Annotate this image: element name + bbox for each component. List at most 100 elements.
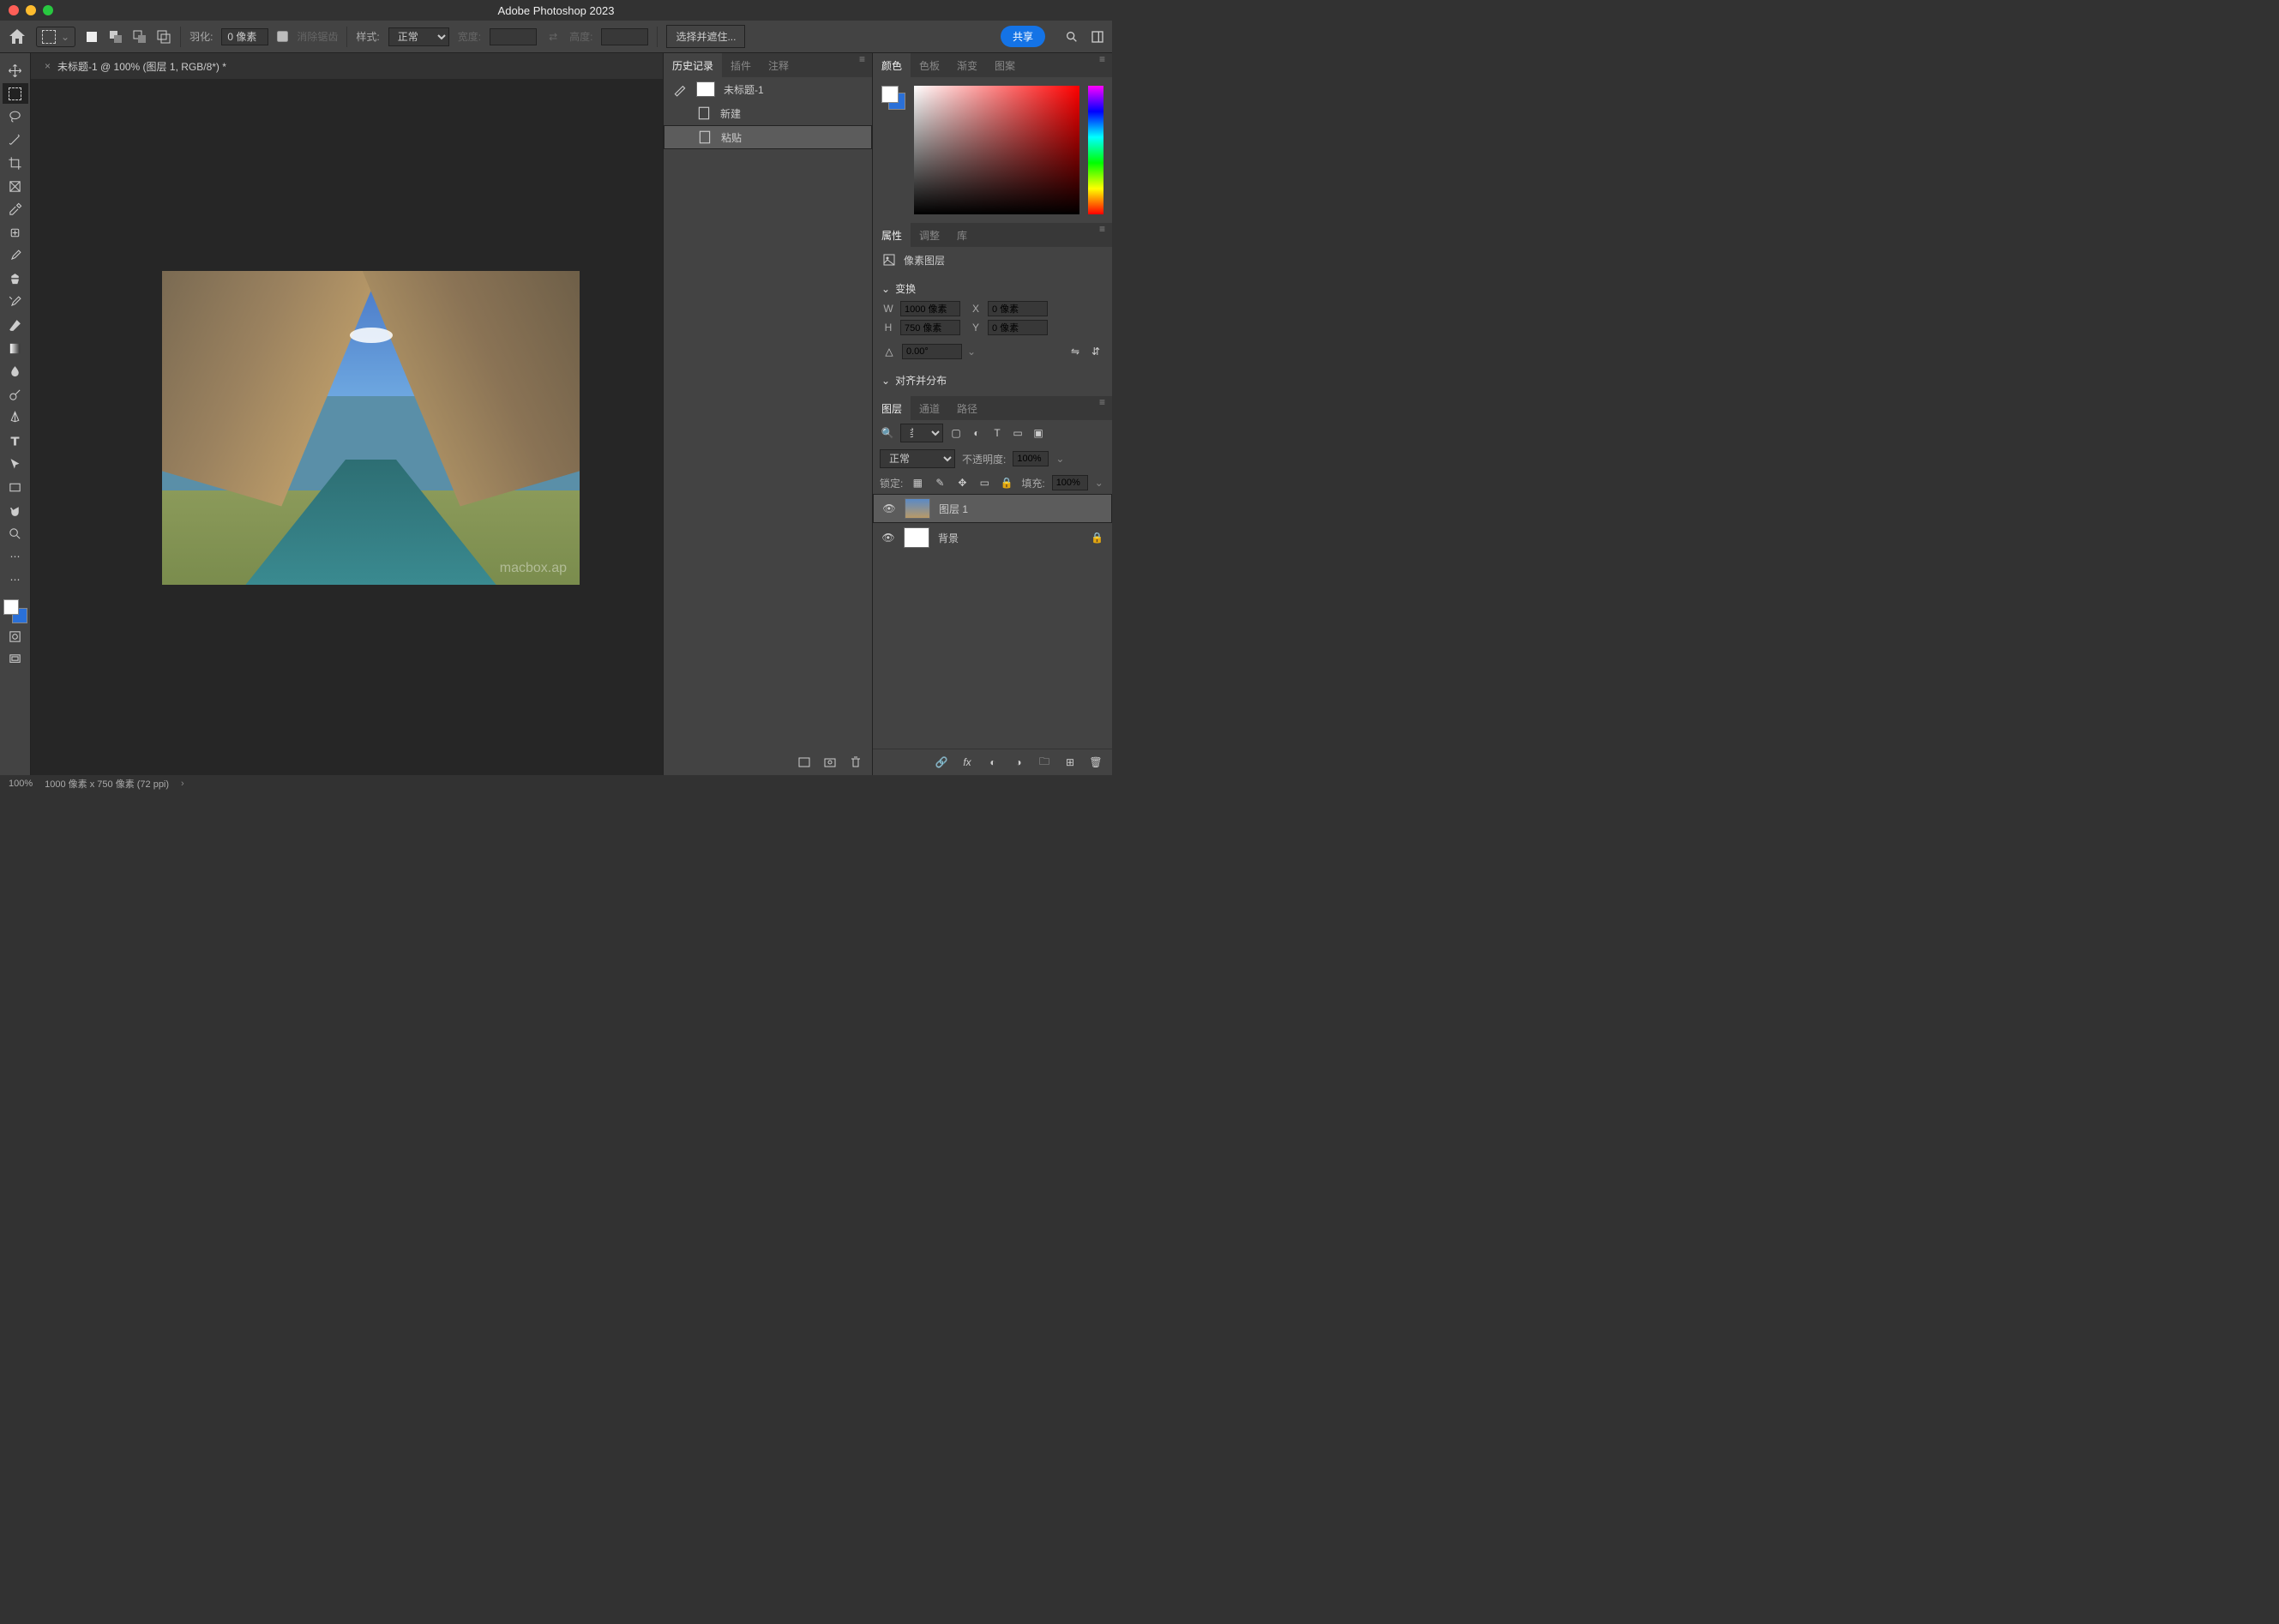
transform-section-header[interactable]: ⌄ 变换: [881, 278, 1103, 299]
tab-layers[interactable]: 图层: [873, 396, 911, 420]
align-section-header[interactable]: ⌄ 对齐并分布: [881, 370, 1103, 391]
marquee-tool-indicator[interactable]: ⌄: [36, 27, 75, 47]
zoom-tool[interactable]: [3, 523, 28, 544]
magic-wand-tool[interactable]: [3, 129, 28, 150]
clone-stamp-tool[interactable]: [3, 268, 28, 289]
angle-field[interactable]: [902, 344, 962, 359]
tab-paths[interactable]: 路径: [948, 396, 986, 420]
frame-tool[interactable]: [3, 176, 28, 196]
color-panel-swatch[interactable]: [881, 86, 905, 110]
tab-channels[interactable]: 通道: [911, 396, 948, 420]
color-field[interactable]: [914, 86, 1079, 214]
marquee-tool[interactable]: [3, 83, 28, 104]
layer-mask-icon[interactable]: ◐: [985, 755, 1001, 770]
history-item[interactable]: 新建: [664, 101, 872, 125]
filter-smart-icon[interactable]: ▣: [1031, 425, 1046, 441]
selection-new-icon[interactable]: [84, 29, 99, 45]
lock-all-icon[interactable]: 🔒: [999, 475, 1014, 490]
new-layer-icon[interactable]: ⊞: [1062, 755, 1078, 770]
close-tab-icon[interactable]: ×: [45, 60, 51, 72]
tab-adjustments[interactable]: 调整: [911, 223, 948, 247]
camera-icon[interactable]: [822, 755, 838, 770]
lock-transparency-icon[interactable]: ▦: [910, 475, 925, 490]
layer-visibility-toggle[interactable]: 👁: [881, 532, 895, 544]
zoom-level[interactable]: 100%: [9, 779, 33, 789]
gradient-tool[interactable]: [3, 338, 28, 358]
color-swatch[interactable]: [3, 599, 27, 623]
flip-horizontal-icon[interactable]: ⇋: [1067, 344, 1083, 359]
flip-vertical-icon[interactable]: ⇵: [1088, 344, 1103, 359]
tab-annotations[interactable]: 注释: [760, 53, 797, 77]
rectangle-tool[interactable]: [3, 477, 28, 497]
panel-menu-icon[interactable]: ≡: [1092, 223, 1112, 247]
height-field[interactable]: [900, 320, 960, 335]
tab-swatches[interactable]: 色板: [911, 53, 948, 77]
chevron-down-icon[interactable]: ⌄: [1055, 453, 1064, 465]
style-select[interactable]: 正常: [388, 27, 449, 46]
select-and-mask-button[interactable]: 选择并遮住...: [666, 25, 745, 48]
hue-slider[interactable]: [1088, 86, 1103, 214]
layer-fx-icon[interactable]: fx: [959, 755, 975, 770]
lock-position-icon[interactable]: ✥: [954, 475, 970, 490]
history-brush-tool[interactable]: [3, 292, 28, 312]
layer-thumbnail[interactable]: [905, 498, 930, 519]
home-button[interactable]: [7, 27, 27, 47]
chevron-down-icon[interactable]: ⌄: [1095, 477, 1103, 489]
layer-group-icon[interactable]: 🗀: [1037, 755, 1052, 770]
tab-gradients[interactable]: 渐变: [948, 53, 986, 77]
eyedropper-tool[interactable]: [3, 199, 28, 220]
blur-tool[interactable]: [3, 361, 28, 382]
filter-type-icon[interactable]: T: [989, 425, 1005, 441]
lasso-tool[interactable]: [3, 106, 28, 127]
x-field[interactable]: [988, 301, 1048, 316]
document-dimensions[interactable]: 1000 像素 x 750 像素 (72 ppi): [45, 777, 169, 791]
history-item[interactable]: 粘贴: [664, 125, 872, 149]
tab-libraries[interactable]: 库: [948, 223, 976, 247]
close-window-button[interactable]: [9, 5, 19, 15]
layer-name[interactable]: 图层 1: [939, 502, 968, 516]
lock-artboard-icon[interactable]: ▭: [977, 475, 992, 490]
move-tool[interactable]: [3, 60, 28, 81]
link-layers-icon[interactable]: 🔗: [934, 755, 949, 770]
filter-shape-icon[interactable]: ▭: [1010, 425, 1025, 441]
hand-tool[interactable]: [3, 500, 28, 520]
pen-tool[interactable]: [3, 407, 28, 428]
tab-color[interactable]: 颜色: [873, 53, 911, 77]
foreground-color[interactable]: [3, 599, 19, 615]
panel-menu-icon[interactable]: ≡: [1092, 396, 1112, 420]
dodge-tool[interactable]: [3, 384, 28, 405]
layer-visibility-toggle[interactable]: 👁: [882, 502, 896, 514]
quick-mask-toggle[interactable]: [3, 626, 28, 647]
crop-tool[interactable]: [3, 153, 28, 173]
feather-input[interactable]: [221, 28, 268, 45]
tab-history[interactable]: 历史记录: [664, 53, 722, 77]
document-tab[interactable]: × 未标题-1 @ 100% (图层 1, RGB/8*) *: [38, 59, 233, 74]
more-tools[interactable]: ⋯: [3, 546, 28, 567]
lock-paint-icon[interactable]: ✎: [932, 475, 947, 490]
tab-patterns[interactable]: 图案: [986, 53, 1024, 77]
opacity-input[interactable]: [1013, 451, 1049, 466]
fill-input[interactable]: [1052, 475, 1088, 490]
search-icon[interactable]: 🔍: [880, 425, 895, 441]
path-selection-tool[interactable]: [3, 454, 28, 474]
edit-toolbar[interactable]: ⋯: [3, 569, 28, 590]
minimize-window-button[interactable]: [26, 5, 36, 15]
filter-image-icon[interactable]: ▢: [948, 425, 964, 441]
healing-brush-tool[interactable]: [3, 222, 28, 243]
layer-filter-select[interactable]: 类型: [900, 424, 943, 442]
brush-tool[interactable]: [3, 245, 28, 266]
maximize-window-button[interactable]: [43, 5, 53, 15]
panel-menu-icon[interactable]: ≡: [1092, 53, 1112, 77]
blend-mode-select[interactable]: 正常: [880, 449, 955, 468]
layer-name[interactable]: 背景: [938, 531, 959, 545]
filter-adjust-icon[interactable]: ◐: [969, 425, 984, 441]
width-field[interactable]: [900, 301, 960, 316]
share-button[interactable]: 共享: [1001, 26, 1045, 47]
selection-intersect-icon[interactable]: [156, 29, 171, 45]
layer-row[interactable]: 👁 图层 1: [873, 494, 1112, 523]
search-icon[interactable]: [1064, 29, 1079, 45]
layer-thumbnail[interactable]: [904, 527, 929, 548]
canvas-viewport[interactable]: macbox.ap: [31, 79, 663, 775]
chevron-right-icon[interactable]: ›: [181, 779, 184, 789]
panel-menu-icon[interactable]: ≡: [852, 53, 872, 77]
